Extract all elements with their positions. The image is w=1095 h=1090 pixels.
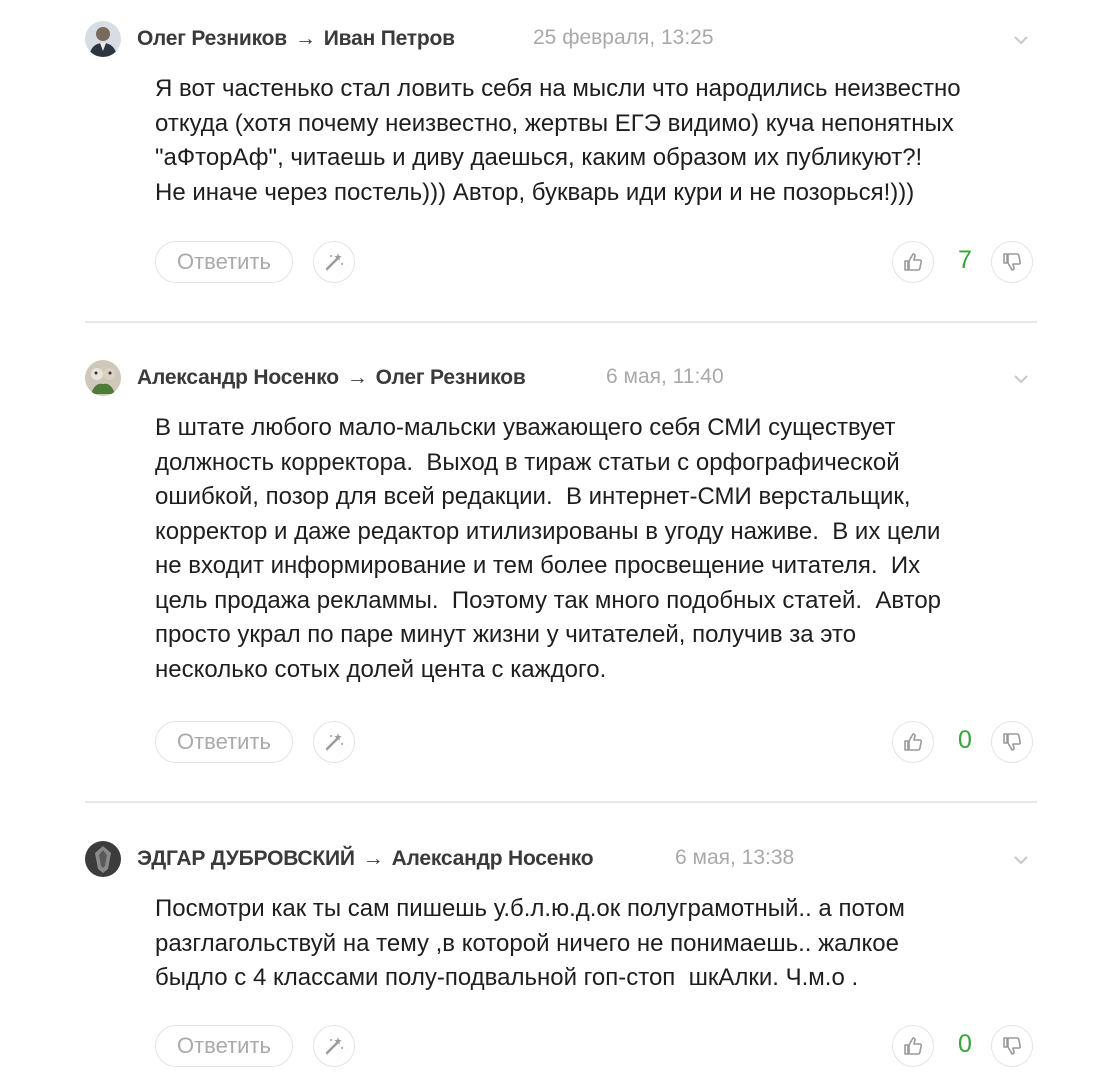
- comment-date: 25 февраля, 13:25: [533, 26, 714, 49]
- chevron-down-icon[interactable]: [1010, 849, 1032, 871]
- chevron-down-icon[interactable]: [1010, 368, 1032, 390]
- reply-to-name[interactable]: Александр Носенко: [392, 847, 594, 871]
- comment-text-line: Посмотри как ты сам пишешь у.б.л.ю.д.ок …: [155, 895, 905, 922]
- thumbs-up-icon: [904, 1037, 923, 1055]
- magic-wand-icon: [325, 1037, 343, 1055]
- comment-text-line: не входит информирование и тем более про…: [155, 552, 921, 579]
- comment-text: В штате любого мало-мальски уважающего с…: [155, 411, 1045, 687]
- magic-wand-icon: [325, 733, 343, 751]
- reply-arrow: →: [294, 27, 316, 50]
- score: 0: [958, 1030, 972, 1058]
- magic-button[interactable]: [313, 1025, 355, 1067]
- dislike-button[interactable]: [991, 241, 1033, 283]
- dislike-button[interactable]: [991, 1025, 1033, 1067]
- comment-text-line: цель продажа рекламмы. Поэтому так много…: [155, 586, 942, 614]
- comment-date: 6 мая, 11:40: [606, 365, 724, 388]
- comment-text-line: "аФторАф", читаешь и диву даешься, каким…: [155, 144, 923, 171]
- author-name[interactable]: ЭДГАР ДУБРОВСКИЙ: [137, 847, 355, 871]
- reply-arrow: →: [346, 366, 368, 389]
- comment-text-line: просто украл по паре минут жизни у читат…: [155, 621, 857, 648]
- comment-text: Посмотри как ты сам пишешь у.б.л.ю.д.ок …: [155, 892, 1045, 996]
- comment-text-line: несколько сотых долей цента с каждого.: [155, 655, 607, 683]
- magic-button[interactable]: [313, 721, 355, 763]
- comment-text-line: должность корректора. Выход в тираж стат…: [155, 448, 900, 476]
- avatar[interactable]: [85, 841, 121, 877]
- comment-text-line: Не иначе через постель))) Автор, букварь…: [155, 178, 915, 206]
- comment-header: Александр Носенко → Олег Резников: [137, 363, 526, 393]
- avatar[interactable]: [85, 21, 121, 57]
- magic-button[interactable]: [313, 241, 355, 283]
- divider: [85, 801, 1037, 803]
- comment-header: ЭДГАР ДУБРОВСКИЙ → Александр Носенко: [137, 844, 594, 874]
- like-button[interactable]: [892, 241, 934, 283]
- chevron-down-icon[interactable]: [1010, 29, 1032, 51]
- comment-text-line: Я вот частенько стал ловить себя на мысл…: [155, 75, 961, 102]
- comment-header: Олег Резников → Иван Петров: [137, 24, 455, 54]
- avatar[interactable]: [85, 360, 121, 396]
- thumbs-down-icon: [1003, 733, 1022, 751]
- thumbs-up-icon: [904, 733, 923, 751]
- score: 7: [958, 246, 972, 274]
- comment-text-line: быдло с 4 классами полу-подвальной гоп-с…: [155, 964, 859, 991]
- thumbs-down-icon: [1003, 253, 1022, 271]
- comment-text-line: корректор и даже редактор итилизированы …: [155, 517, 941, 545]
- comment-date: 6 мая, 13:38: [675, 846, 795, 869]
- thumbs-up-icon: [904, 253, 923, 271]
- reply-arrow: →: [362, 847, 384, 870]
- score: 0: [958, 726, 972, 754]
- reply-button[interactable]: Ответить: [155, 241, 293, 283]
- comment-text-line: В штате любого мало-мальски уважающего с…: [155, 414, 896, 441]
- like-button[interactable]: [892, 721, 934, 763]
- author-name[interactable]: Александр Носенко: [137, 366, 339, 390]
- comment-text-line: откуда (хотя почему неизвестно, жертвы Е…: [155, 109, 954, 137]
- like-button[interactable]: [892, 1025, 934, 1067]
- reply-button[interactable]: Ответить: [155, 721, 293, 763]
- divider: [85, 321, 1037, 323]
- magic-wand-icon: [325, 253, 343, 271]
- comment-text: Я вот частенько стал ловить себя на мысл…: [155, 72, 1045, 210]
- dislike-button[interactable]: [991, 721, 1033, 763]
- reply-to-name[interactable]: Иван Петров: [324, 27, 455, 51]
- comment-text-line: ошибкой, позор для всей редакции. В инте…: [155, 483, 911, 510]
- comment-text-line: разглагольствуй на тему ,в которой ничег…: [155, 929, 899, 957]
- reply-to-name[interactable]: Олег Резников: [376, 366, 526, 390]
- reply-button[interactable]: Ответить: [155, 1025, 293, 1067]
- author-name[interactable]: Олег Резников: [137, 27, 287, 51]
- thumbs-down-icon: [1003, 1037, 1022, 1055]
